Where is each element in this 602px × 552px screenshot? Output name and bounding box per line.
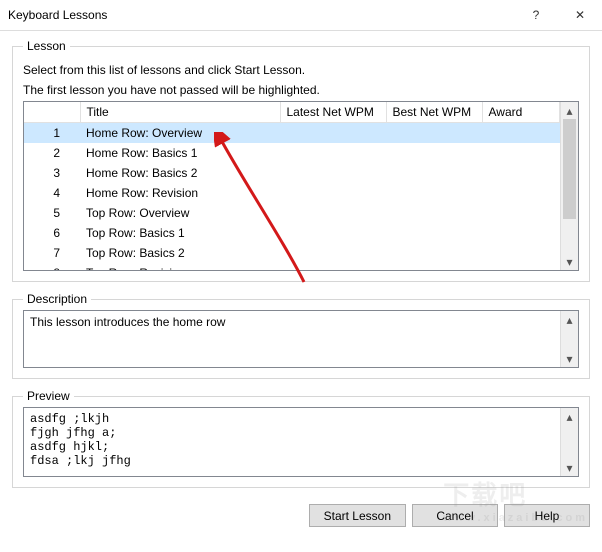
description-box: This lesson introduces the home row ▴ ▾ <box>23 310 579 368</box>
lesson-legend: Lesson <box>23 39 70 53</box>
table-row[interactable]: 8Top Row: Revision <box>24 263 560 270</box>
table-row[interactable]: 2Home Row: Basics 1 <box>24 143 560 163</box>
cell-title: Top Row: Basics 2 <box>80 243 280 263</box>
table-row[interactable]: 5Top Row: Overview <box>24 203 560 223</box>
cell-award <box>482 223 560 243</box>
cell-title: Home Row: Basics 2 <box>80 163 280 183</box>
cell-award <box>482 243 560 263</box>
table-row[interactable]: 4Home Row: Revision <box>24 183 560 203</box>
lesson-group: Lesson Select from this list of lessons … <box>12 39 590 282</box>
close-icon: ✕ <box>575 8 585 22</box>
help-button[interactable]: ? <box>514 0 558 30</box>
cell-latest <box>280 263 386 270</box>
cell-latest <box>280 183 386 203</box>
description-group: Description This lesson introduces the h… <box>12 292 590 379</box>
col-best[interactable]: Best Net WPM <box>386 102 482 123</box>
scroll-up-icon[interactable]: ▴ <box>561 102 578 119</box>
cell-award <box>482 203 560 223</box>
help-icon: ? <box>533 8 540 22</box>
cell-num: 4 <box>24 183 80 203</box>
cancel-button[interactable]: Cancel <box>412 504 498 527</box>
scroll-down-icon[interactable]: ▾ <box>561 350 578 367</box>
start-lesson-button[interactable]: Start Lesson <box>309 504 406 527</box>
table-row[interactable]: 6Top Row: Basics 1 <box>24 223 560 243</box>
preview-text: asdfg ;lkjh fjgh jfhg a; asdfg hjkl; fds… <box>24 408 560 476</box>
cell-best <box>386 163 482 183</box>
cell-award <box>482 163 560 183</box>
cell-best <box>386 263 482 270</box>
cell-latest <box>280 243 386 263</box>
scroll-down-icon[interactable]: ▾ <box>561 459 578 476</box>
cell-latest <box>280 123 386 144</box>
cell-latest <box>280 163 386 183</box>
cell-award <box>482 183 560 203</box>
cell-award <box>482 123 560 144</box>
cell-best <box>386 123 482 144</box>
cell-latest <box>280 223 386 243</box>
description-scrollbar[interactable]: ▴ ▾ <box>560 311 578 367</box>
dialog-buttons: Start Lesson Cancel Help <box>0 498 602 535</box>
cell-best <box>386 143 482 163</box>
col-num[interactable] <box>24 102 80 123</box>
cell-num: 1 <box>24 123 80 144</box>
instruction-1: Select from this list of lessons and cli… <box>23 63 579 77</box>
cell-num: 2 <box>24 143 80 163</box>
cell-title: Home Row: Overview <box>80 123 280 144</box>
instruction-2: The first lesson you have not passed wil… <box>23 83 579 97</box>
scroll-down-icon[interactable]: ▾ <box>561 253 578 270</box>
cell-num: 7 <box>24 243 80 263</box>
cell-title: Home Row: Revision <box>80 183 280 203</box>
col-award[interactable]: Award <box>482 102 560 123</box>
cell-num: 3 <box>24 163 80 183</box>
table-row[interactable]: 7Top Row: Basics 2 <box>24 243 560 263</box>
lesson-scrollbar[interactable]: ▴ ▾ <box>560 102 578 270</box>
cell-latest <box>280 143 386 163</box>
cell-best <box>386 243 482 263</box>
cell-best <box>386 183 482 203</box>
cell-title: Top Row: Revision <box>80 263 280 270</box>
window-title: Keyboard Lessons <box>0 8 514 22</box>
title-bar: Keyboard Lessons ? ✕ <box>0 0 602 31</box>
cell-best <box>386 203 482 223</box>
description-legend: Description <box>23 292 91 306</box>
cell-num: 6 <box>24 223 80 243</box>
cell-title: Top Row: Basics 1 <box>80 223 280 243</box>
cell-num: 5 <box>24 203 80 223</box>
cell-num: 8 <box>24 263 80 270</box>
cell-title: Home Row: Basics 1 <box>80 143 280 163</box>
lesson-list[interactable]: Title Latest Net WPM Best Net WPM Award … <box>23 101 579 271</box>
preview-legend: Preview <box>23 389 74 403</box>
cell-latest <box>280 203 386 223</box>
col-title[interactable]: Title <box>80 102 280 123</box>
preview-scrollbar[interactable]: ▴ ▾ <box>560 408 578 476</box>
table-row[interactable]: 1Home Row: Overview <box>24 123 560 144</box>
preview-group: Preview asdfg ;lkjh fjgh jfhg a; asdfg h… <box>12 389 590 488</box>
close-button[interactable]: ✕ <box>558 0 602 30</box>
scroll-up-icon[interactable]: ▴ <box>561 408 578 425</box>
table-row[interactable]: 3Home Row: Basics 2 <box>24 163 560 183</box>
description-text: This lesson introduces the home row <box>24 311 560 367</box>
cell-title: Top Row: Overview <box>80 203 280 223</box>
scroll-thumb[interactable] <box>561 119 578 253</box>
help-button[interactable]: Help <box>504 504 590 527</box>
dialog-content: Lesson Select from this list of lessons … <box>0 31 602 488</box>
lesson-table: Title Latest Net WPM Best Net WPM Award … <box>24 102 560 270</box>
cell-award <box>482 143 560 163</box>
preview-box: asdfg ;lkjh fjgh jfhg a; asdfg hjkl; fds… <box>23 407 579 477</box>
cell-award <box>482 263 560 270</box>
scroll-up-icon[interactable]: ▴ <box>561 311 578 328</box>
table-header: Title Latest Net WPM Best Net WPM Award <box>24 102 560 123</box>
col-latest[interactable]: Latest Net WPM <box>280 102 386 123</box>
cell-best <box>386 223 482 243</box>
